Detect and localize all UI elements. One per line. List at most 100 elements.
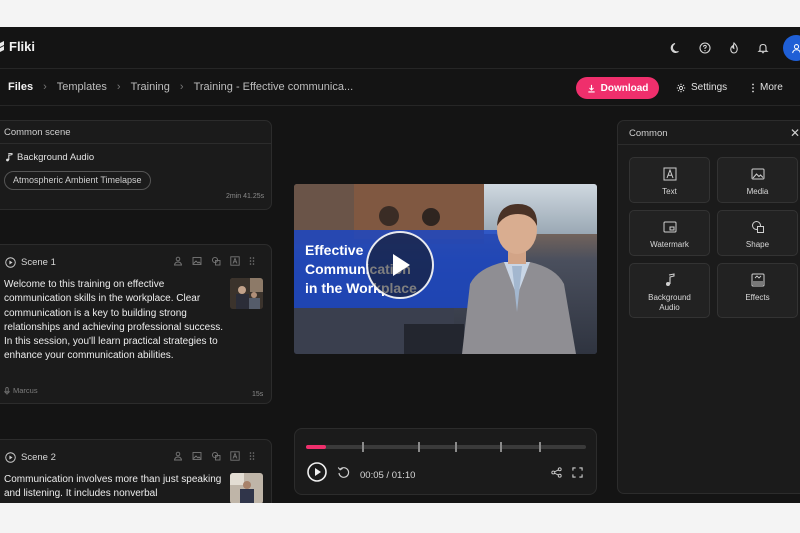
breadcrumb: Files › Templates › Training › Training … xyxy=(8,81,353,93)
music-note-icon xyxy=(665,273,675,286)
play-button-large[interactable] xyxy=(366,231,434,299)
play-circle-icon[interactable] xyxy=(307,462,327,482)
text-icon[interactable] xyxy=(230,256,240,266)
help-icon[interactable] xyxy=(696,40,713,57)
settings-button[interactable]: Settings xyxy=(676,82,727,93)
scene-card-2[interactable]: Scene 2 Communication involves more than… xyxy=(0,439,272,503)
thumbnail-image xyxy=(230,473,263,503)
scene-marker[interactable] xyxy=(539,442,541,452)
tile-effects-label: Effects xyxy=(745,293,770,302)
tile-media-label: Media xyxy=(746,187,769,196)
common-scene-duration: 2min 41.25s xyxy=(226,193,265,200)
tile-text-label: Text xyxy=(662,187,677,196)
text-icon[interactable] xyxy=(230,451,240,461)
tile-background-audio[interactable]: Background Audio xyxy=(629,263,710,318)
fullscreen-icon[interactable] xyxy=(572,467,583,478)
breadcrumb-files[interactable]: Files xyxy=(8,81,33,93)
shapes-icon[interactable] xyxy=(211,256,221,266)
chevron-right-icon: › xyxy=(179,81,184,93)
text-icon xyxy=(663,167,676,181)
tile-shape[interactable]: Shape xyxy=(717,210,798,256)
common-scene-card[interactable]: Common scene Background Audio Atmospheri… xyxy=(0,120,272,210)
download-button[interactable]: Download xyxy=(576,77,659,99)
gear-icon xyxy=(676,83,686,92)
image-icon[interactable] xyxy=(192,256,202,266)
flame-icon[interactable] xyxy=(725,40,742,57)
app-logo[interactable]: Fliki xyxy=(0,39,35,54)
voice-name: Marcus xyxy=(13,386,38,395)
scene-header: Scene 2 xyxy=(5,452,56,463)
watermark-icon xyxy=(663,221,676,233)
thumbnail-image xyxy=(230,278,263,309)
tile-media[interactable]: Media xyxy=(717,157,798,203)
scene-duration: 15s xyxy=(252,391,264,398)
effects-icon xyxy=(751,273,764,287)
timeline-progress xyxy=(306,445,326,449)
bell-icon[interactable] xyxy=(754,40,771,57)
playback-buttons xyxy=(307,462,350,482)
scene-header: Scene 1 xyxy=(5,257,56,268)
moon-icon[interactable] xyxy=(667,40,684,57)
background-audio-label: Background Audio xyxy=(17,152,95,163)
tile-background-audio-label: Background Audio xyxy=(648,293,691,312)
breadcrumb-templates[interactable]: Templates xyxy=(57,81,107,93)
microphone-icon xyxy=(4,386,10,395)
close-icon[interactable]: ✕ xyxy=(790,126,800,140)
video-preview[interactable]: Effective Communication in the Workplace xyxy=(294,184,597,354)
scene-marker[interactable] xyxy=(418,442,420,452)
play-circle-icon[interactable] xyxy=(5,452,16,463)
common-scene-title: Common scene xyxy=(0,121,271,144)
breadcrumb-current: Training - Effective communica... xyxy=(193,81,354,93)
more-button[interactable]: More xyxy=(751,82,783,93)
scene-marker[interactable] xyxy=(362,442,364,452)
scene-card-1[interactable]: Scene 1 Welcome to this training on effe… xyxy=(0,244,272,404)
tile-watermark[interactable]: Watermark xyxy=(629,210,710,256)
more-vertical-icon xyxy=(752,83,754,92)
shapes-icon[interactable] xyxy=(211,451,221,461)
app-name: Fliki xyxy=(9,39,36,54)
timeline-track[interactable] xyxy=(306,442,586,452)
scene-text[interactable]: Welcome to this training on effective co… xyxy=(4,278,224,364)
play-circle-icon[interactable] xyxy=(5,257,16,268)
video-title-line-1: Effective xyxy=(305,242,364,258)
chevron-right-icon: › xyxy=(43,81,47,93)
drag-handle-icon[interactable] xyxy=(249,256,255,266)
presenter-figure xyxy=(462,204,576,354)
music-note-icon xyxy=(6,153,13,162)
share-icon[interactable] xyxy=(551,467,562,478)
scene-marker[interactable] xyxy=(455,442,457,452)
top-icons xyxy=(667,35,800,61)
app-window: Fliki Files › Templates › Training › Tra… xyxy=(0,27,800,503)
top-bar: Fliki xyxy=(0,27,800,69)
avatar-icon[interactable] xyxy=(173,256,183,266)
settings-label: Settings xyxy=(691,82,728,93)
playback-time: 00:05 / 01:10 xyxy=(360,470,416,481)
scene-thumbnail[interactable] xyxy=(230,473,263,503)
player-right-controls xyxy=(551,467,583,478)
scene-label: Scene 2 xyxy=(21,452,56,463)
image-icon[interactable] xyxy=(192,451,202,461)
tile-watermark-label: Watermark xyxy=(650,240,689,249)
player-controls: 00:05 / 01:10 xyxy=(294,428,597,495)
tile-effects[interactable]: Effects xyxy=(717,263,798,318)
download-icon xyxy=(587,84,595,92)
replay-icon[interactable] xyxy=(337,466,350,479)
breadcrumb-training[interactable]: Training xyxy=(131,81,170,93)
shapes-icon xyxy=(751,221,764,233)
avatar-icon[interactable] xyxy=(173,451,183,461)
scene-label: Scene 1 xyxy=(21,257,56,268)
user-avatar[interactable] xyxy=(783,35,800,61)
scene-marker[interactable] xyxy=(500,442,502,452)
scene-thumbnail[interactable] xyxy=(230,278,263,309)
more-label: More xyxy=(760,82,783,93)
drag-handle-icon[interactable] xyxy=(249,451,255,461)
user-icon xyxy=(791,43,800,53)
chevron-right-icon: › xyxy=(116,81,121,93)
tile-text[interactable]: Text xyxy=(629,157,710,203)
play-icon xyxy=(393,254,410,276)
scene-text[interactable]: Communication involves more than just sp… xyxy=(4,473,224,502)
background-audio-row[interactable]: Background Audio xyxy=(5,152,94,163)
scene-voice[interactable]: Marcus xyxy=(4,386,38,395)
common-panel: Common ✕ Text Media Watermark Shape Back… xyxy=(617,120,800,494)
audio-track-chip[interactable]: Atmospheric Ambient Timelapse xyxy=(4,171,151,190)
